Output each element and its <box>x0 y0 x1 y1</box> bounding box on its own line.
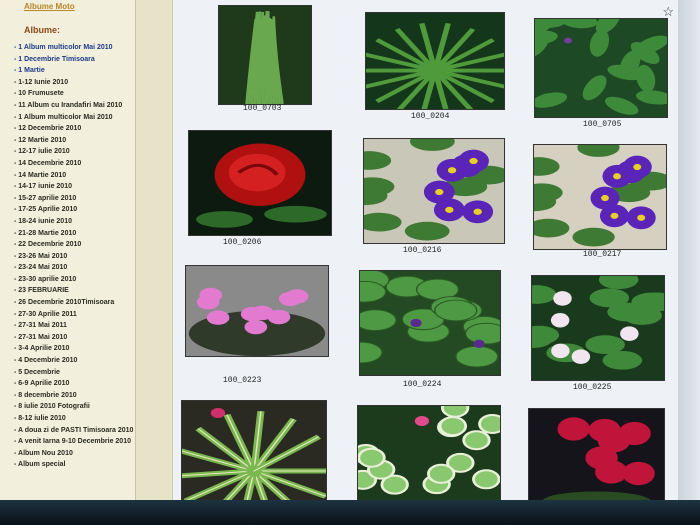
album-link[interactable]: - 27-30 Aprilie 2011 <box>14 310 135 319</box>
album-link[interactable]: - 5 Decembrie <box>14 368 135 377</box>
sidebar-divider-strip <box>136 0 173 505</box>
photo-caption[interactable]: 100_0225 <box>573 383 611 392</box>
photo-image[interactable] <box>181 400 327 502</box>
scrollbar[interactable] <box>678 0 700 505</box>
photo-image[interactable] <box>365 12 505 110</box>
sidebar: Albume Moto Albume: - 1 Album multicolor… <box>0 0 136 505</box>
photo-image[interactable] <box>188 130 332 236</box>
photo-caption[interactable]: 100_0206 <box>223 238 261 247</box>
photo-image[interactable] <box>357 405 501 505</box>
album-link[interactable]: - 18-24 iunie 2010 <box>14 217 135 226</box>
album-link[interactable]: - 8-12 iulie 2010 <box>14 414 135 423</box>
album-link[interactable]: - A doua zi de PASTI Timisoara 2010 <box>14 426 135 435</box>
photo-image[interactable] <box>528 408 665 505</box>
album-link[interactable]: - 1 Martie <box>14 66 135 75</box>
album-link[interactable]: - 27-31 Mai 2010 <box>14 333 135 342</box>
album-link[interactable]: - 14-17 iunie 2010 <box>14 182 135 191</box>
photo-caption[interactable]: 100_0705 <box>583 120 621 129</box>
photo-caption[interactable]: 100_0216 <box>403 246 441 255</box>
album-link[interactable]: - 4 Decembrie 2010 <box>14 356 135 365</box>
photo-image[interactable] <box>531 275 665 381</box>
album-link[interactable]: - Album Nou 2010 <box>14 449 135 458</box>
sidebar-top-link[interactable]: Albume Moto <box>24 2 135 11</box>
thumbnail-gallery: 100_0703 100_0204 100_0705 100_0206 100_0216… <box>173 0 680 505</box>
photo-caption[interactable]: 100_0217 <box>583 250 621 259</box>
album-link[interactable]: - 23-26 Mai 2010 <box>14 252 135 261</box>
photo-image[interactable] <box>218 5 312 105</box>
album-link[interactable]: - 11 Album cu Irandafiri Mai 2010 <box>14 101 135 110</box>
photo-image[interactable] <box>363 138 505 244</box>
album-link[interactable]: - 27-31 Mai 2011 <box>14 321 135 330</box>
album-link[interactable]: - 17-25 Aprilie 2010 <box>14 205 135 214</box>
album-link[interactable]: - 14 Decembrie 2010 <box>14 159 135 168</box>
photo-image[interactable] <box>534 18 668 118</box>
photo-caption[interactable]: 100_0703 <box>243 104 281 113</box>
album-link[interactable]: - 1 Decembrie Timisoara <box>14 55 135 64</box>
photo-caption[interactable]: 100_0204 <box>411 112 449 121</box>
photo-caption[interactable]: 100_0224 <box>403 380 441 389</box>
album-link[interactable]: - 15-27 aprilie 2010 <box>14 194 135 203</box>
album-link[interactable]: - 14 Martie 2010 <box>14 171 135 180</box>
album-link[interactable]: - 26 Decembrie 2010Timisoara <box>14 298 135 307</box>
album-link[interactable]: - 21-28 Martie 2010 <box>14 229 135 238</box>
album-link[interactable]: - 3-4 Aprilie 2010 <box>14 344 135 353</box>
album-link[interactable]: - Album special <box>14 460 135 469</box>
album-link[interactable]: - 8 iulie 2010 Fotografii <box>14 402 135 411</box>
album-link[interactable]: - 12 Decembrie 2010 <box>14 124 135 133</box>
album-link[interactable]: - 10 Frumusete <box>14 89 135 98</box>
screen: Albume Moto Albume: - 1 Album multicolor… <box>0 0 700 505</box>
album-link[interactable]: - 8 decembrie 2010 <box>14 391 135 400</box>
album-link[interactable]: - 6-9 Aprilie 2010 <box>14 379 135 388</box>
photo-image[interactable] <box>533 144 667 250</box>
album-link[interactable]: - 23-30 aprilie 2010 <box>14 275 135 284</box>
albums-heading: Albume: <box>24 25 60 35</box>
album-list: - 1 Album multicolor Mai 2010 - 1 Decembr… <box>0 43 135 469</box>
album-link[interactable]: - A venit Iarna 9-10 Decembrie 2010 <box>14 437 135 446</box>
album-link[interactable]: - 1-12 Iunie 2010 <box>14 78 135 87</box>
photo-image[interactable] <box>185 265 329 357</box>
monitor-bezel <box>0 500 700 525</box>
album-link[interactable]: - 22 Decembrie 2010 <box>14 240 135 249</box>
album-link[interactable]: - 12-17 iulie 2010 <box>14 147 135 156</box>
album-link[interactable]: - 12 Martie 2010 <box>14 136 135 145</box>
album-link[interactable]: - 1 Album multicolor Mai 2010 <box>14 43 135 52</box>
album-link[interactable]: - 23 FEBRUARIE <box>14 286 135 295</box>
photo-image[interactable] <box>359 270 501 376</box>
album-link[interactable]: - 23-24 Mai 2010 <box>14 263 135 272</box>
star-icon[interactable]: ☆ <box>662 4 674 20</box>
photo-caption[interactable]: 100_0223 <box>223 376 261 385</box>
album-link[interactable]: - 1 Album multicolor Mai 2010 <box>14 113 135 122</box>
